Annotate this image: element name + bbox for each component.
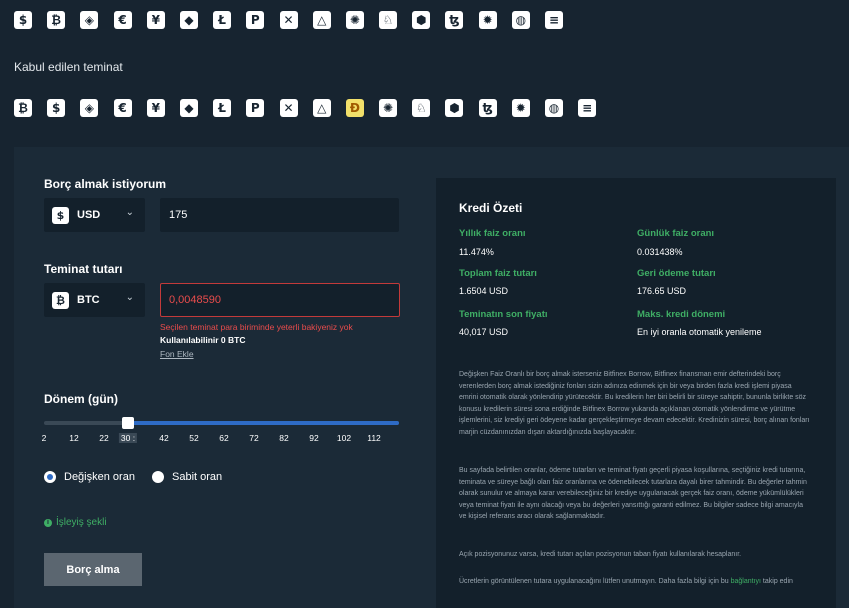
annual-rate-label: Yıllık faiz oranı [459,228,526,239]
variable-rate-disclaimer: Değişken Faiz Oranlı bir borç almak iste… [459,371,810,436]
max-term-value: En iyi oranla otomatik yenileme [637,327,762,337]
xrp-icon: ✕ [279,11,298,29]
info-icon: i [44,518,52,527]
period-slider-fill [128,421,399,425]
daily-rate-label: Günlük faiz oranı [637,228,715,239]
diamond-coin-icon: ◈ [80,99,99,117]
supported-currencies-row: $ ₿ ◈ € ¥ ◆ Ł P ✕ △ ✺ ♘ ⬢ ꜩ ✹ ◍ ≡ [14,11,578,29]
add-funds-link[interactable]: Fon Ekle [160,349,194,359]
btc-icon: ₿ [47,11,66,29]
daily-rate-value: 0.031438% [637,247,683,257]
how-it-works-link[interactable]: i İşleyiş şekli [44,517,107,528]
ltc-icon: Ł [213,99,232,117]
hexagon-icon: ⬢ [412,11,431,29]
collateral-label: Teminat tutarı [44,262,123,276]
annual-rate-value: 11.474% [459,247,494,257]
xrp-icon: ✕ [279,99,298,117]
period-tick: 112 [367,433,381,443]
eth-icon: ◆ [179,99,198,117]
ada-icon: ✺ [345,11,364,29]
borrow-label: Borç almak istiyorum [44,177,167,191]
period-slider-handle[interactable] [122,417,134,429]
diamond-coin-icon: ◈ [80,11,99,29]
collateral-currencies-row: ₿ $ ◈ € ¥ ◆ Ł P ✕ △ Ð ✺ ♘ ⬢ ꜩ ✹ ◍ ≡ [14,99,611,117]
hexagon-icon: ⬢ [445,99,464,117]
loan-summary-title: Kredi Özeti [459,201,523,215]
borrow-amount-input[interactable]: 175 [160,198,399,232]
stack-icon: ≡ [545,11,563,29]
variable-rate-label: Değişken oran [64,471,135,483]
period-tick: 22 [99,433,109,443]
variable-rate-radio[interactable]: Değişken oran [44,471,135,483]
period-tick: 12 [69,433,79,443]
stack-icon: ≡ [578,99,597,117]
period-tick: 42 [159,433,169,443]
eur-icon: € [113,99,132,117]
globe-icon: ◍ [545,99,563,117]
globe-icon: ◍ [511,11,530,29]
period-tick: 92 [309,433,319,443]
how-it-works-label: İşleyiş şekli [56,517,107,528]
jpy-icon: ¥ [146,11,165,29]
period-label: Dönem (gün) [44,392,118,406]
ltc-icon: Ł [213,11,232,29]
doge-icon: Ð [345,99,364,117]
accepted-collateral-label: Kabul edilen teminat [14,60,123,74]
eur-icon: € [113,11,132,29]
radio-selected-icon [44,471,56,483]
collateral-last-price-value: 40,017 USD [459,327,509,337]
unicorn-icon: ♘ [412,99,431,117]
fixed-rate-label: Sabit oran [172,471,223,483]
period-tick: 102 [336,433,352,443]
borrow-currency-select[interactable]: $ USD ⌄ [44,198,145,232]
collateral-currency-select[interactable]: ₿ BTC ⌄ [44,283,145,317]
borrow-button[interactable]: Borç alma [44,553,142,586]
collateral-error-message: Seçilen teminat para biriminde yeterli b… [160,322,353,332]
repayment-value: 176.65 USD [637,286,687,296]
open-position-note: Açık pozisyonunuz varsa, kredi tutarı aç… [459,551,742,558]
collateral-last-price-label: Teminatın son fiyatı [459,309,548,320]
period-tick: 82 [279,433,289,443]
borrow-currency-code: USD [77,209,101,221]
fixed-rate-radio[interactable]: Sabit oran [152,471,222,483]
jpy-icon: ¥ [146,99,165,117]
collateral-amount-input[interactable]: 0,0048590 [160,283,400,317]
dot-icon: P [246,99,265,117]
fees-note-end: takip edin [760,578,793,585]
bird-icon: ✹ [511,99,530,117]
chevron-down-icon: ⌄ [125,207,134,218]
max-term-label: Maks. kredi dönemi [637,309,726,320]
xtz-icon: ꜩ [478,99,497,117]
btc-icon: ₿ [14,99,32,117]
eos-icon: △ [312,99,331,117]
estimate-disclaimer: Bu sayfada belirtilen oranlar, ödeme tut… [459,467,807,520]
radio-unselected-icon [152,471,164,483]
usd-icon: $ [14,11,32,29]
repayment-label: Geri ödeme tutarı [637,268,716,279]
total-interest-value: 1.6504 USD [459,286,509,296]
period-tick: 62 [219,433,229,443]
fees-note-text: Ücretlerin görüntülenen tutara uygulanac… [459,578,731,585]
eos-icon: △ [312,11,331,29]
period-tick: 2 [41,433,47,443]
period-tick: 30 : [118,433,138,443]
xtz-icon: ꜩ [445,11,464,29]
collateral-currency-code: BTC [77,294,100,306]
eth-icon: ◆ [179,11,198,29]
btc-icon: ₿ [52,291,69,309]
total-interest-label: Toplam faiz tutarı [459,268,537,279]
usd-icon: $ [52,206,69,224]
bird-icon: ✹ [478,11,497,29]
chevron-down-icon: ⌄ [125,292,134,303]
ada-icon: ✺ [379,99,398,117]
dot-icon: P [246,11,265,29]
usd-icon: $ [47,99,66,117]
collateral-available: Kullanılabilinir 0 BTC [160,335,246,345]
period-tick: 52 [189,433,199,443]
more-info-link[interactable]: bağlantıyı [731,578,761,585]
unicorn-icon: ♘ [379,11,398,29]
fees-note: Ücretlerin görüntülenen tutara uygulanac… [459,576,811,588]
period-tick: 72 [249,433,259,443]
